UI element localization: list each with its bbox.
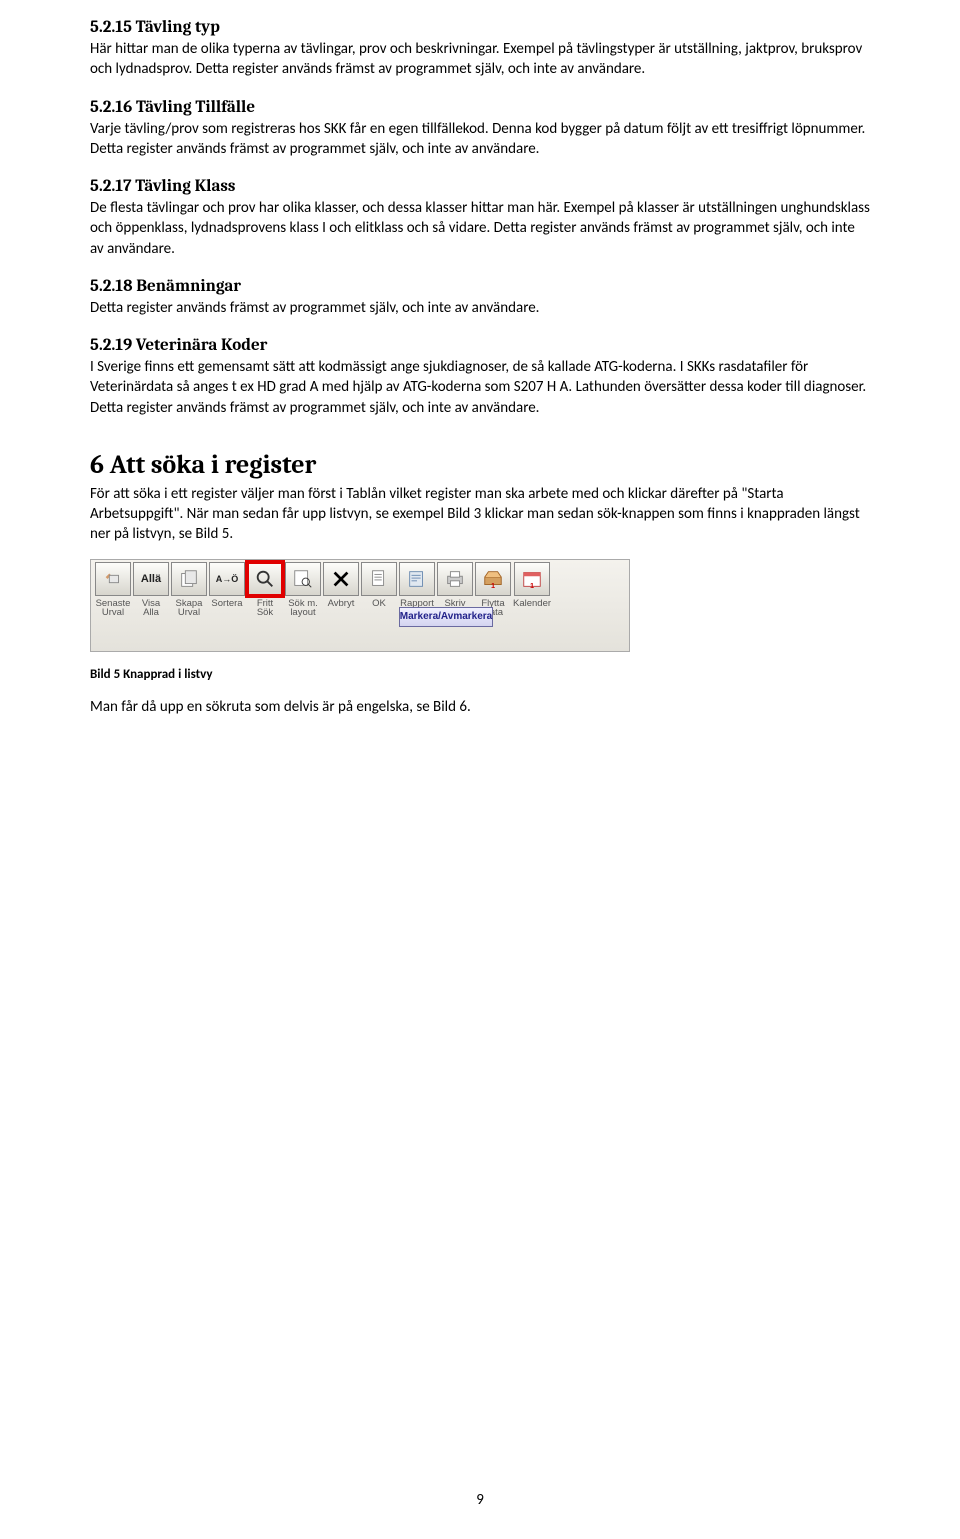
toolbar-ok: OK bbox=[361, 562, 397, 651]
toolbar-label: Kalender bbox=[513, 598, 551, 609]
page-number: 9 bbox=[0, 1491, 960, 1509]
rapport-button[interactable] bbox=[399, 562, 435, 596]
body-5-2-16: Varje tävling/prov som registreras hos S… bbox=[90, 119, 870, 160]
flytta-data-button[interactable]: 1 bbox=[475, 562, 511, 596]
toolbar-sortera: A→Ö Sortera bbox=[209, 562, 245, 651]
toolbar-avbryt: Avbryt bbox=[323, 562, 359, 651]
body-5-2-19: I Sverige finns ett gemensamt sätt att k… bbox=[90, 357, 870, 418]
heading-5-2-18: 5.2.18 Benämningar bbox=[90, 277, 870, 296]
toolbar-label: Sortera bbox=[211, 598, 242, 609]
heading-5-2-17: 5.2.17 Tävling Klass bbox=[90, 177, 870, 196]
toolbar-label: Urval bbox=[102, 607, 124, 618]
document-icon bbox=[367, 567, 391, 591]
printer-icon bbox=[443, 567, 467, 591]
alla-text-icon: Allä bbox=[141, 573, 161, 585]
toolbar-label: Urval bbox=[178, 607, 200, 618]
figure-caption: Bild 5 Knapprad i listvy bbox=[90, 666, 870, 684]
toolbar-kalender: 1 Kalender bbox=[513, 562, 551, 621]
body-5-2-18: Detta register används främst av program… bbox=[90, 298, 870, 318]
layout-search-icon bbox=[291, 567, 315, 591]
heading-5-2-16: 5.2.16 Tävling Tillfälle bbox=[90, 98, 870, 117]
calendar-icon: 1 bbox=[520, 567, 544, 591]
toolbar-visa-alla: Allä VisaAlla bbox=[133, 562, 169, 651]
visa-alla-button[interactable]: Allä bbox=[133, 562, 169, 596]
report-icon bbox=[405, 567, 429, 591]
toolbar-fritt-sok: FrittSök bbox=[247, 562, 283, 651]
avbryt-button[interactable] bbox=[323, 562, 359, 596]
toolbar-label: Avbryt bbox=[328, 598, 355, 609]
heading-5-2-15: 5.2.15 Tävling typ bbox=[90, 18, 870, 37]
sort-az-icon: A→Ö bbox=[216, 574, 239, 584]
toolbar-sok-layout: Sök m.layout bbox=[285, 562, 321, 651]
magnifier-icon bbox=[253, 567, 277, 591]
cancel-x-icon bbox=[329, 567, 353, 591]
toolbar-marker-group: Rapport Skriv 1 Fly bbox=[399, 562, 553, 651]
body-6: För att söka i ett register väljer man f… bbox=[90, 484, 870, 545]
skapa-urval-button[interactable] bbox=[171, 562, 207, 596]
skriv-button[interactable] bbox=[437, 562, 473, 596]
senaste-urval-button[interactable] bbox=[95, 562, 131, 596]
toolbar-label: OK bbox=[372, 598, 386, 609]
svg-text:1: 1 bbox=[530, 581, 534, 590]
svg-text:1: 1 bbox=[491, 581, 495, 590]
markera-avmarkera-button[interactable]: Markera/Avmarkera bbox=[399, 607, 493, 627]
heading-6: 6 Att söka i register bbox=[90, 450, 870, 480]
toolbar-senaste-urval: SenasteUrval bbox=[95, 562, 131, 651]
drawer-icon: 1 bbox=[481, 567, 505, 591]
post-figure-text: Man får då upp en sökruta som delvis är … bbox=[90, 697, 870, 717]
heading-5-2-19: 5.2.19 Veterinära Koder bbox=[90, 336, 870, 355]
body-5-2-17: De flesta tävlingar och prov har olika k… bbox=[90, 198, 870, 259]
sortera-button[interactable]: A→Ö bbox=[209, 562, 245, 596]
toolbar-label: layout bbox=[290, 607, 315, 618]
fritt-sok-button[interactable] bbox=[247, 562, 283, 596]
ok-button[interactable] bbox=[361, 562, 397, 596]
folder-icon bbox=[177, 567, 201, 591]
toolbar-label: Alla bbox=[143, 607, 159, 618]
toolbar-figure: SenasteUrval Allä VisaAlla SkapaUrval A→… bbox=[90, 559, 630, 652]
body-5-2-15: Här hittar man de olika typerna av tävli… bbox=[90, 39, 870, 80]
hand-card-icon bbox=[101, 567, 125, 591]
toolbar-skapa-urval: SkapaUrval bbox=[171, 562, 207, 651]
kalender-button[interactable]: 1 bbox=[514, 562, 550, 596]
sok-layout-button[interactable] bbox=[285, 562, 321, 596]
toolbar-label: Sök bbox=[257, 607, 273, 618]
